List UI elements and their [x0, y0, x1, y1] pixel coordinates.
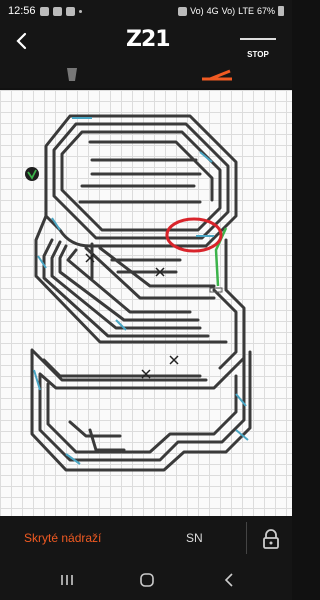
gallery-icon [39, 6, 49, 16]
divider [246, 522, 247, 554]
status-time: 12:56 [8, 5, 36, 17]
tracks [30, 114, 252, 472]
turnout-icon [202, 69, 232, 81]
battery-icon [278, 6, 284, 16]
track-lower-6 [88, 428, 126, 452]
track-upper-4 [88, 140, 214, 202]
app-logo: Z21 [126, 27, 171, 52]
home-icon [140, 573, 154, 587]
alarm-icon [178, 6, 188, 16]
back-arrow-icon [224, 573, 233, 587]
view-tabs [0, 62, 292, 88]
back-button[interactable] [10, 28, 36, 54]
recents-icon [61, 575, 73, 585]
stop-button[interactable]: STOP [240, 38, 276, 59]
track-layout-map[interactable] [0, 90, 292, 516]
hidden-station-button[interactable]: Skryté nádraží [24, 531, 101, 545]
track-outer-upper [44, 114, 238, 248]
lock-icon [263, 529, 279, 549]
signal-icon [67, 68, 77, 81]
crossing-marker[interactable] [169, 355, 179, 365]
home-button[interactable] [137, 570, 157, 590]
notification-icon [52, 6, 62, 16]
signals-tab[interactable] [52, 65, 92, 85]
status-bar: 12:56 Vo) 4G Vo) LTE 67% [0, 0, 292, 22]
track-right-2 [212, 288, 238, 370]
app-header: Z21 STOP [0, 22, 292, 62]
volte-label-1: Vo) [190, 6, 204, 16]
recents-button[interactable] [57, 570, 77, 590]
more-notifications-icon [78, 9, 82, 13]
system-nav-bar [0, 560, 292, 600]
track-upper-3 [60, 130, 222, 232]
turnouts-tab[interactable] [196, 65, 236, 85]
battery-percent: 67% [256, 6, 275, 16]
volte-label-2: Vo) [221, 6, 236, 16]
stop-bar-icon [240, 38, 276, 40]
track-right-connector [224, 238, 246, 378]
section-marker [199, 151, 213, 163]
signal-badge[interactable] [25, 167, 39, 181]
lte-label: LTE [238, 6, 254, 16]
nav-back-button[interactable] [219, 570, 239, 590]
sn-button[interactable]: SN [186, 531, 203, 545]
track-plan[interactable] [0, 90, 292, 516]
track-mid-4 [58, 244, 200, 322]
stop-label: STOP [247, 50, 269, 59]
track-mid-7 [98, 246, 216, 288]
app-notification-icon [65, 6, 75, 16]
network-4g-label: 4G [206, 6, 219, 16]
lock-button[interactable] [261, 528, 281, 550]
chevron-left-icon [16, 32, 27, 50]
track-lower-5 [68, 420, 122, 438]
bottom-bar: Skryté nádraží SN [0, 516, 292, 560]
